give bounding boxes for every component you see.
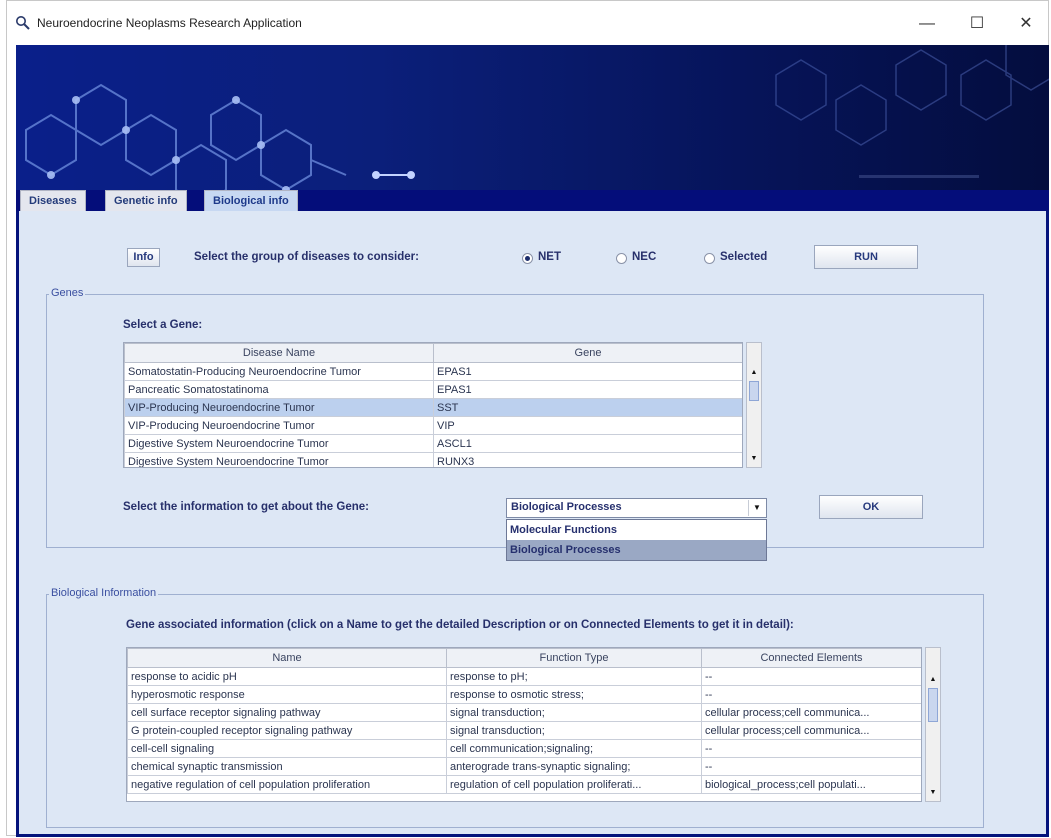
gene-table-scrollbar[interactable]: ▲ ▼ (746, 342, 762, 468)
disease-name-cell[interactable]: VIP-Producing Neuroendocrine Tumor (124, 416, 434, 435)
minimize-button[interactable]: — (904, 9, 950, 39)
gene-cell[interactable]: VIP (433, 416, 742, 435)
selected-radio[interactable] (704, 253, 715, 264)
info-button[interactable]: Info (127, 248, 160, 267)
hexagon-molecule-artwork (25, 45, 1049, 190)
gene-table: Disease Name Gene Somatostatin-Producing… (124, 343, 742, 467)
scroll-down-arrow-icon[interactable]: ▼ (748, 453, 760, 465)
function-type-cell: cell communication;signaling; (446, 739, 702, 758)
table-row[interactable]: cell surface receptor signaling pathway … (127, 703, 921, 722)
tab-genetic-info[interactable]: Genetic info (105, 190, 187, 211)
option-molecular-functions[interactable]: Molecular Functions (507, 520, 766, 540)
table-row[interactable]: Somatostatin-Producing Neuroendocrine Tu… (124, 362, 742, 381)
app-window: Neuroendocrine Neoplasms Research Applic… (6, 0, 1049, 837)
combo-value: Biological Processes (511, 501, 622, 513)
gene-info-label: Select the information to get about the … (123, 501, 369, 513)
selected-radio-label[interactable]: Selected (720, 251, 767, 263)
connected-elements-cell[interactable]: cellular process;cell communica... (701, 721, 921, 740)
function-type-cell: signal transduction; (446, 721, 702, 740)
name-cell[interactable]: chemical synaptic transmission (127, 757, 447, 776)
scroll-down-arrow-icon[interactable]: ▼ (927, 787, 939, 799)
close-button[interactable]: ✕ (1003, 9, 1049, 39)
title-bar: Neuroendocrine Neoplasms Research Applic… (7, 1, 1048, 45)
option-biological-processes[interactable]: Biological Processes (507, 540, 766, 560)
function-type-cell: response to pH; (446, 667, 702, 686)
column-header-disease-name[interactable]: Disease Name (124, 343, 434, 363)
scroll-up-arrow-icon[interactable]: ▲ (748, 367, 760, 379)
scroll-thumb[interactable] (928, 688, 938, 722)
connected-elements-cell[interactable]: -- (701, 667, 921, 686)
biological-information-group-title: Biological Information (49, 587, 159, 599)
name-cell[interactable]: response to acidic pH (127, 667, 447, 686)
disease-name-cell[interactable]: VIP-Producing Neuroendocrine Tumor (124, 398, 434, 417)
gene-info-combo[interactable]: Biological Processes ▼ (506, 498, 767, 518)
connected-elements-cell[interactable]: -- (701, 739, 921, 758)
gene-cell[interactable]: EPAS1 (433, 362, 742, 381)
table-row[interactable]: VIP-Producing Neuroendocrine Tumor VIP (124, 416, 742, 435)
nec-radio-label[interactable]: NEC (632, 251, 656, 263)
combo-dropdown-list: Molecular Functions Biological Processes (506, 519, 767, 561)
table-row[interactable]: Pancreatic Somatostatinoma EPAS1 (124, 380, 742, 399)
table-row[interactable]: chemical synaptic transmission anterogra… (127, 757, 921, 776)
connected-elements-cell[interactable]: -- (701, 757, 921, 776)
function-type-cell: regulation of cell population proliferat… (446, 775, 702, 794)
disease-name-cell[interactable]: Digestive System Neuroendocrine Tumor (124, 452, 434, 467)
table-row[interactable]: G protein-coupled receptor signaling pat… (127, 721, 921, 740)
disease-name-cell[interactable]: Somatostatin-Producing Neuroendocrine Tu… (124, 362, 434, 381)
gene-cell[interactable]: RUNX3 (433, 452, 742, 467)
column-header-gene[interactable]: Gene (433, 343, 742, 363)
table-row[interactable]: response to acidic pH response to pH; -- (127, 667, 921, 686)
tab-biological-info[interactable]: Biological info (204, 190, 298, 211)
table-row[interactable]: Digestive System Neuroendocrine Tumor RU… (124, 452, 742, 467)
net-radio-label[interactable]: NET (538, 251, 561, 263)
run-button[interactable]: RUN (814, 245, 918, 269)
bio-info-table: Name Function Type Connected Elements re… (127, 648, 921, 794)
name-cell[interactable]: G protein-coupled receptor signaling pat… (127, 721, 447, 740)
scroll-up-arrow-icon[interactable]: ▲ (927, 674, 939, 686)
column-header-connected-elements[interactable]: Connected Elements (701, 648, 921, 668)
tab-diseases[interactable]: Diseases (20, 190, 86, 211)
disease-name-cell[interactable]: Digestive System Neuroendocrine Tumor (124, 434, 434, 453)
magnifier-icon (16, 16, 30, 30)
connected-elements-cell[interactable]: -- (701, 685, 921, 704)
connected-elements-cell[interactable]: cellular process;cell communica... (701, 703, 921, 722)
window-title: Neuroendocrine Neoplasms Research Applic… (37, 16, 302, 30)
select-gene-label: Select a Gene: (123, 319, 203, 331)
table-row-selected[interactable]: VIP-Producing Neuroendocrine Tumor SST (124, 398, 742, 417)
disease-group-prompt: Select the group of diseases to consider… (194, 251, 419, 263)
disease-name-cell[interactable]: Pancreatic Somatostatinoma (124, 380, 434, 399)
table-row[interactable]: Digestive System Neuroendocrine Tumor AS… (124, 434, 742, 453)
table-row[interactable]: hyperosmotic response response to osmoti… (127, 685, 921, 704)
column-header-name[interactable]: Name (127, 648, 447, 668)
column-header-function-type[interactable]: Function Type (446, 648, 702, 668)
connected-elements-cell[interactable]: biological_process;cell populati... (701, 775, 921, 794)
function-type-cell: response to osmotic stress; (446, 685, 702, 704)
gene-cell[interactable]: ASCL1 (433, 434, 742, 453)
gene-associated-info-description: Gene associated information (click on a … (126, 619, 794, 631)
gene-table-viewport: Disease Name Gene Somatostatin-Producing… (123, 342, 743, 468)
table-row[interactable]: negative regulation of cell population p… (127, 775, 921, 794)
header-banner (16, 45, 1049, 190)
function-type-cell: anterograde trans-synaptic signaling; (446, 757, 702, 776)
scroll-thumb[interactable] (749, 381, 759, 401)
bio-info-table-scrollbar[interactable]: ▲ ▼ (925, 647, 941, 802)
name-cell[interactable]: hyperosmotic response (127, 685, 447, 704)
gene-cell[interactable]: EPAS1 (433, 380, 742, 399)
gene-cell[interactable]: SST (433, 398, 742, 417)
table-row[interactable]: cell-cell signaling cell communication;s… (127, 739, 921, 758)
chevron-down-icon[interactable]: ▼ (748, 500, 765, 516)
bio-info-table-viewport: Name Function Type Connected Elements re… (126, 647, 922, 802)
ok-button[interactable]: OK (819, 495, 923, 519)
nec-radio[interactable] (616, 253, 627, 264)
name-cell[interactable]: cell surface receptor signaling pathway (127, 703, 447, 722)
net-radio[interactable] (522, 253, 533, 264)
genes-group-title: Genes (49, 287, 86, 299)
name-cell[interactable]: cell-cell signaling (127, 739, 447, 758)
function-type-cell: signal transduction; (446, 703, 702, 722)
name-cell[interactable]: negative regulation of cell population p… (127, 775, 447, 794)
biological-info-panel: Info Select the group of diseases to con… (16, 211, 1049, 837)
maximize-button[interactable]: ☐ (954, 9, 1000, 39)
